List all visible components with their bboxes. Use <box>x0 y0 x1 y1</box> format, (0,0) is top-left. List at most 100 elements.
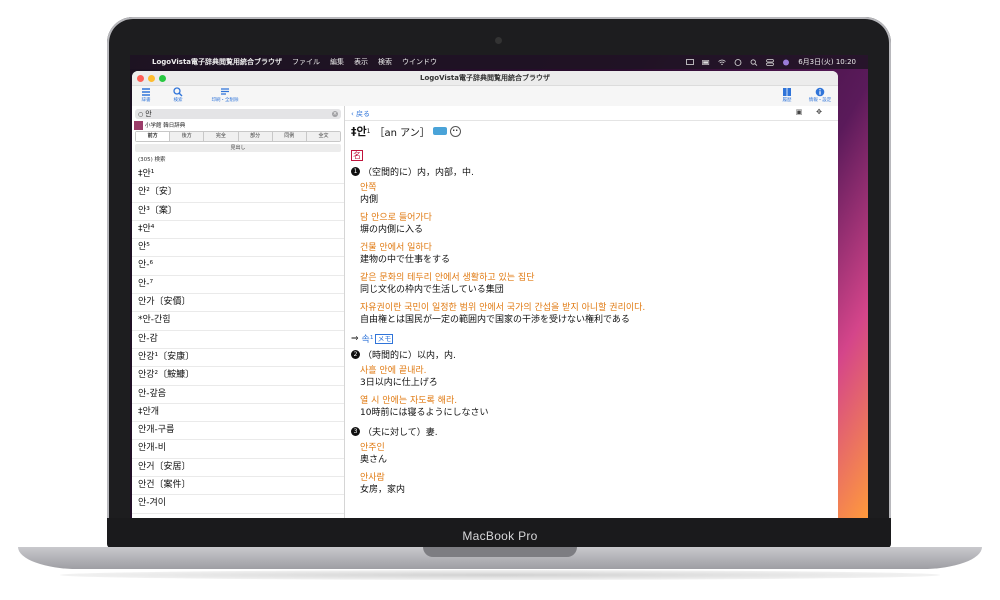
list-item[interactable]: 안³〔案〕 <box>132 203 344 221</box>
example-japanese: 建物の中で仕事をする <box>360 255 451 265</box>
list-item[interactable]: 안-감 <box>132 331 344 349</box>
clear-search-icon[interactable]: × <box>332 111 338 117</box>
list-item[interactable]: 안-⁶ <box>132 257 344 276</box>
example-korean: 열 시 안에는 자도록 해라. <box>360 396 458 406</box>
laptop-notch <box>423 547 577 557</box>
status-area: 6月3日(火) 10:20 <box>686 57 856 67</box>
search-mode-tabs: 前方 後方 完全 部分 同例 全文 <box>135 131 341 142</box>
example-japanese: 奥さん <box>360 455 388 465</box>
search-icon <box>173 87 183 97</box>
list-item[interactable]: 안⁵ <box>132 239 344 258</box>
app-window: LogoVista電子辞典閲覧用統合ブラウザ 辞書 検索 印刷・全削除 履歴 情… <box>132 71 838 518</box>
example-korean: 건물 안에서 일하다 <box>360 243 432 253</box>
headword-sup: 1 <box>366 127 371 135</box>
laptop-brand: MacBook Pro <box>462 529 538 543</box>
list-item[interactable]: 안²〔安〕 <box>132 184 344 203</box>
ref-arrow: ⇒ <box>351 333 359 344</box>
mode-suffix[interactable]: 後方 <box>170 132 205 141</box>
dictionary-row[interactable]: 小学館 韓日辞典 <box>132 119 344 131</box>
memo-button[interactable]: メモ <box>375 333 394 344</box>
sense-definition: （空間的に）内，内部，中. <box>363 168 474 178</box>
list-item[interactable]: 안-겨이 <box>132 495 344 514</box>
list-item[interactable]: 안강²〔鮟鱇〕 <box>132 367 344 386</box>
spotlight-icon[interactable] <box>750 58 758 66</box>
back-button[interactable]: ‹ 戻る <box>351 109 370 119</box>
list-item[interactable]: ‡안⁴ <box>132 221 344 240</box>
menu-view[interactable]: 表示 <box>354 57 368 67</box>
example-japanese: 塀の内側に入る <box>360 225 424 235</box>
list-icon <box>142 88 150 96</box>
search-field-icon: ○ <box>138 110 144 118</box>
list-item[interactable]: ‡안개 <box>132 404 344 423</box>
example-japanese: 同じ文化の枠内で生活している集団 <box>360 285 504 295</box>
menu-search[interactable]: 検索 <box>378 57 392 67</box>
mode-fulltext[interactable]: 全文 <box>306 132 341 141</box>
face-icon[interactable]: •• <box>449 125 461 137</box>
headword: ‡안 <box>351 125 367 138</box>
example-japanese: 内側 <box>360 195 379 205</box>
sense-3: 3 （夫に対して）妻. <box>351 425 832 438</box>
example-japanese: 3日以内に仕上げろ <box>360 378 438 388</box>
mode-example[interactable]: 同例 <box>272 132 307 141</box>
book-icon <box>783 88 791 96</box>
camera <box>495 37 502 44</box>
info-label: 情報・設定 <box>808 98 832 103</box>
dictionary-list-button[interactable]: 辞書 <box>138 87 154 103</box>
title-bar: LogoVista電子辞典閲覧用統合ブラウザ <box>132 71 838 86</box>
list-item[interactable]: 안개-비 <box>132 440 344 459</box>
menu-bar: LogoVista電子辞典閲覧用統合ブラウザ ファイル 編集 表示 検索 ウイン… <box>130 55 868 69</box>
search-input[interactable]: 안 <box>145 109 151 119</box>
list-item[interactable]: 안-⁷ <box>132 276 344 295</box>
mode-partial[interactable]: 部分 <box>238 132 273 141</box>
list-item[interactable]: 안강¹〔安康〕 <box>132 349 344 368</box>
history-button[interactable]: 印刷・全削除 <box>210 87 240 103</box>
entry-nav: ‹ 戻る ▣ ✥ <box>345 106 838 121</box>
entry-head: ‡안 1 ［an アン］ •• <box>351 123 832 139</box>
search-field[interactable]: ○ 안 × <box>135 109 341 119</box>
memo-icon[interactable]: ▣ <box>794 108 804 117</box>
list-item[interactable]: 안가〔安價〕 <box>132 294 344 313</box>
info-button[interactable]: 情報・設定 <box>808 87 832 103</box>
play-audio-icon[interactable] <box>432 127 447 135</box>
entry-pane: ‹ 戻る ▣ ✥ ‡안 1 ［an アン］ •• 名 1 （空間的に）内，内部，… <box>345 106 838 518</box>
display-icon[interactable] <box>686 58 695 66</box>
menu-file[interactable]: ファイル <box>292 57 320 67</box>
window-title: LogoVista電子辞典閲覧用統合ブラウザ <box>419 74 551 82</box>
sense-definition: （夫に対して）妻. <box>363 428 438 438</box>
list-item[interactable]: 안-갚음 <box>132 386 344 404</box>
menu-window[interactable]: ウインドウ <box>402 57 437 67</box>
battery-icon[interactable] <box>702 59 710 66</box>
sense-definition: （時間的に）以内，内. <box>363 351 456 361</box>
wifi-icon[interactable] <box>718 59 726 66</box>
bookmark-label: 履歴 <box>782 98 792 103</box>
search-label: 検索 <box>173 98 183 103</box>
menu-edit[interactable]: 編集 <box>330 57 344 67</box>
menu-clock[interactable]: 6月3日(火) 10:20 <box>798 57 856 67</box>
example-korean: 안사람 <box>360 473 385 483</box>
user-icon[interactable] <box>734 58 742 66</box>
headword-filter[interactable]: 見出し <box>135 144 341 152</box>
bookmark-button[interactable]: 履歴 <box>780 87 794 103</box>
move-icon[interactable]: ✥ <box>814 108 824 117</box>
part-of-speech: 名 <box>351 150 363 161</box>
siri-icon[interactable] <box>782 59 790 66</box>
list-item[interactable]: *안-간힘 <box>132 312 344 331</box>
list-item[interactable]: 안개-구름 <box>132 422 344 441</box>
dictionary-list-label: 辞書 <box>141 98 151 103</box>
search-button[interactable]: 検索 <box>170 87 186 103</box>
menu-app-name[interactable]: LogoVista電子辞典閲覧用統合ブラウザ <box>152 57 282 67</box>
example-korean: 사흘 안에 끝내라. <box>360 366 427 376</box>
mode-prefix[interactable]: 前方 <box>136 132 171 141</box>
history-label: 印刷・全削除 <box>211 98 239 103</box>
mode-exact[interactable]: 完全 <box>204 132 239 141</box>
lines-icon <box>221 88 229 95</box>
pronunciation: ［an アン］ <box>374 127 430 139</box>
list-item[interactable]: ‡안¹ <box>132 166 344 185</box>
sense-1: 1 （空間的に）内，内部，中. <box>351 165 832 178</box>
list-item[interactable]: 안건〔案件〕 <box>132 477 344 496</box>
list-item[interactable]: 안거〔安居〕 <box>132 459 344 478</box>
control-center-icon[interactable] <box>766 58 775 66</box>
sense-2: 2 （時間的に）以内，内. <box>351 348 832 361</box>
ref-link[interactable]: 속¹ <box>362 332 374 345</box>
example-korean: 안쪽 <box>360 183 377 193</box>
